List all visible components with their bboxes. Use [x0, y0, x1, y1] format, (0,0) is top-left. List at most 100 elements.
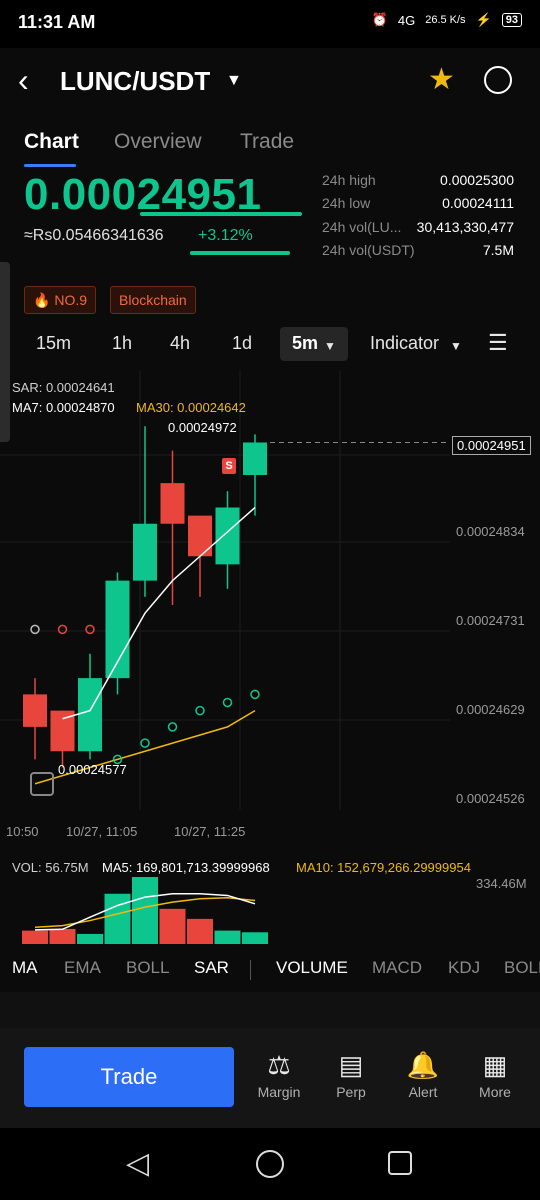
status-bar: 11:31 AM ⏰ 4G 26.5 K/s ⚡ 93	[0, 0, 540, 48]
x-tick: 10:50	[6, 824, 39, 839]
pair-dropdown-icon[interactable]: ▼	[226, 72, 242, 90]
candle-body	[23, 694, 47, 727]
main-tabs: Chart Overview Trade	[0, 128, 540, 168]
volume-bar	[49, 928, 76, 944]
fullscreen-icon[interactable]	[30, 772, 54, 796]
timeframe-1d[interactable]: 1d	[232, 333, 252, 354]
y-tick: 0.00024834	[456, 524, 525, 539]
sar-dot	[195, 705, 205, 716]
change-highlight	[190, 251, 290, 255]
volume-bar	[187, 918, 213, 944]
timeframe-4h[interactable]: 4h	[170, 333, 190, 354]
price-change: +3.12%	[198, 227, 253, 244]
active-tab-indicator	[24, 164, 76, 167]
ind-tab-kdj[interactable]: KDJ	[448, 958, 480, 978]
perp-button[interactable]: ▤ Perp	[321, 1050, 381, 1100]
ind-tab-boll-2[interactable]: BOLL	[504, 958, 540, 978]
pair-title[interactable]: LUNC/USDT	[60, 66, 210, 97]
sar-value-label: SAR: 0.00024641	[12, 380, 115, 395]
sar-dot	[140, 738, 150, 748]
volume-bar	[242, 932, 268, 944]
sar-dot	[250, 689, 260, 700]
volume-panel[interactable]: VOL: 56.75M MA5: 169,801,713.39999968 MA…	[0, 850, 540, 950]
status-time: 11:31 AM	[18, 12, 96, 32]
price-chart[interactable]: SAR: 0.00024641 MA7: 0.00024870 MA30: 0.…	[0, 370, 540, 810]
current-price-tag: 0.00024951	[452, 436, 531, 455]
volume-bar	[22, 930, 48, 944]
back-arrow-icon[interactable]: ‹	[18, 62, 29, 99]
stat-value: 7.5M	[482, 242, 514, 258]
stat-value: 30,413,330,477	[416, 219, 514, 235]
ind-tab-ema[interactable]: EMA	[64, 958, 101, 978]
y-tick: 0.00024731	[456, 613, 525, 628]
timeframe-1h[interactable]: 1h	[112, 333, 132, 354]
margin-button[interactable]: ⚖ Margin	[249, 1050, 309, 1100]
perp-label: Perp	[336, 1084, 366, 1100]
indicator-tabs: MA EMA BOLL SAR VOLUME MACD KDJ BOLL	[0, 958, 540, 984]
timeframe-15m[interactable]: 15m	[36, 333, 71, 354]
alert-button[interactable]: 🔔 Alert	[393, 1050, 453, 1100]
network-type: 4G	[397, 12, 416, 28]
nav-back-icon[interactable]: ◁	[126, 1146, 149, 1181]
system-nav-bar: ◁	[0, 1128, 540, 1200]
indicator-button[interactable]: Indicator	[370, 333, 439, 354]
ma7-value-label: MA7: 0.00024870	[12, 400, 115, 415]
x-tick: 10/27, 11:25	[174, 824, 246, 839]
share-icon[interactable]	[484, 66, 512, 94]
candle-body	[78, 678, 102, 752]
favorite-star-icon[interactable]: ★	[428, 62, 455, 97]
nav-recents-icon[interactable]	[388, 1151, 412, 1175]
bell-icon: 🔔	[406, 1050, 440, 1080]
more-label: More	[479, 1084, 511, 1100]
ind-tab-volume[interactable]: VOLUME	[276, 958, 348, 978]
battery-level: 93	[501, 13, 522, 27]
y-tick: 0.00024526	[456, 791, 525, 806]
sar-dot	[222, 697, 233, 708]
category-badge[interactable]: Blockchain	[110, 286, 196, 314]
candle-body	[215, 507, 240, 565]
ind-tab-ma[interactable]: MA	[12, 958, 38, 978]
alert-label: Alert	[408, 1084, 438, 1100]
rank-badge[interactable]: 🔥 NO.9	[24, 286, 97, 314]
candle-body	[160, 483, 185, 524]
timeframe-caret-icon: ▼	[324, 339, 336, 353]
spacer-band	[0, 992, 540, 1028]
sell-signal-marker[interactable]: S	[222, 458, 236, 474]
alarm-icon: ⏰	[371, 12, 388, 27]
volume-bar	[159, 908, 186, 944]
fire-icon: 🔥	[33, 292, 51, 308]
volume-bar	[77, 933, 103, 944]
volume-bar	[132, 877, 158, 944]
ind-tab-sar[interactable]: SAR	[194, 958, 229, 978]
volume-bar	[104, 893, 131, 944]
rank-label: NO.9	[54, 292, 88, 308]
tab-overview[interactable]: Overview	[114, 130, 202, 154]
more-button[interactable]: ▦ More	[465, 1050, 525, 1100]
y-tick: 0.00024629	[456, 702, 525, 717]
sar-dot	[57, 624, 68, 635]
nav-home-icon[interactable]	[256, 1150, 284, 1178]
stat-value: 0.00025300	[440, 172, 514, 188]
ind-tab-macd[interactable]: MACD	[372, 958, 422, 978]
charging-icon: ⚡	[475, 12, 492, 27]
perp-icon: ▤	[338, 1050, 364, 1080]
candle-body	[188, 515, 212, 557]
fiat-price: ≈Rs0.05466341636	[24, 227, 164, 244]
tab-trade[interactable]: Trade	[240, 130, 294, 154]
candle-body	[105, 580, 130, 679]
volume-svg	[22, 877, 268, 944]
sar-dot	[167, 722, 178, 732]
volume-bar	[214, 930, 241, 944]
tab-chart[interactable]: Chart	[24, 130, 79, 154]
indicator-caret-icon: ▼	[450, 339, 462, 353]
chart-settings-icon[interactable]: ☰	[488, 330, 508, 356]
low-marker-label: 0.00024577	[58, 762, 127, 777]
high-marker-label: 0.00024972	[168, 420, 237, 435]
trade-button[interactable]: Trade	[24, 1047, 234, 1107]
ma30-value-label: MA30: 0.00024642	[136, 400, 246, 415]
x-tick: 10/27, 11:05	[66, 824, 138, 839]
price-highlight	[140, 212, 302, 216]
timeframe-active-label: 5m	[292, 333, 319, 353]
ind-tab-boll[interactable]: BOLL	[126, 958, 169, 978]
sar-dot	[30, 624, 40, 635]
